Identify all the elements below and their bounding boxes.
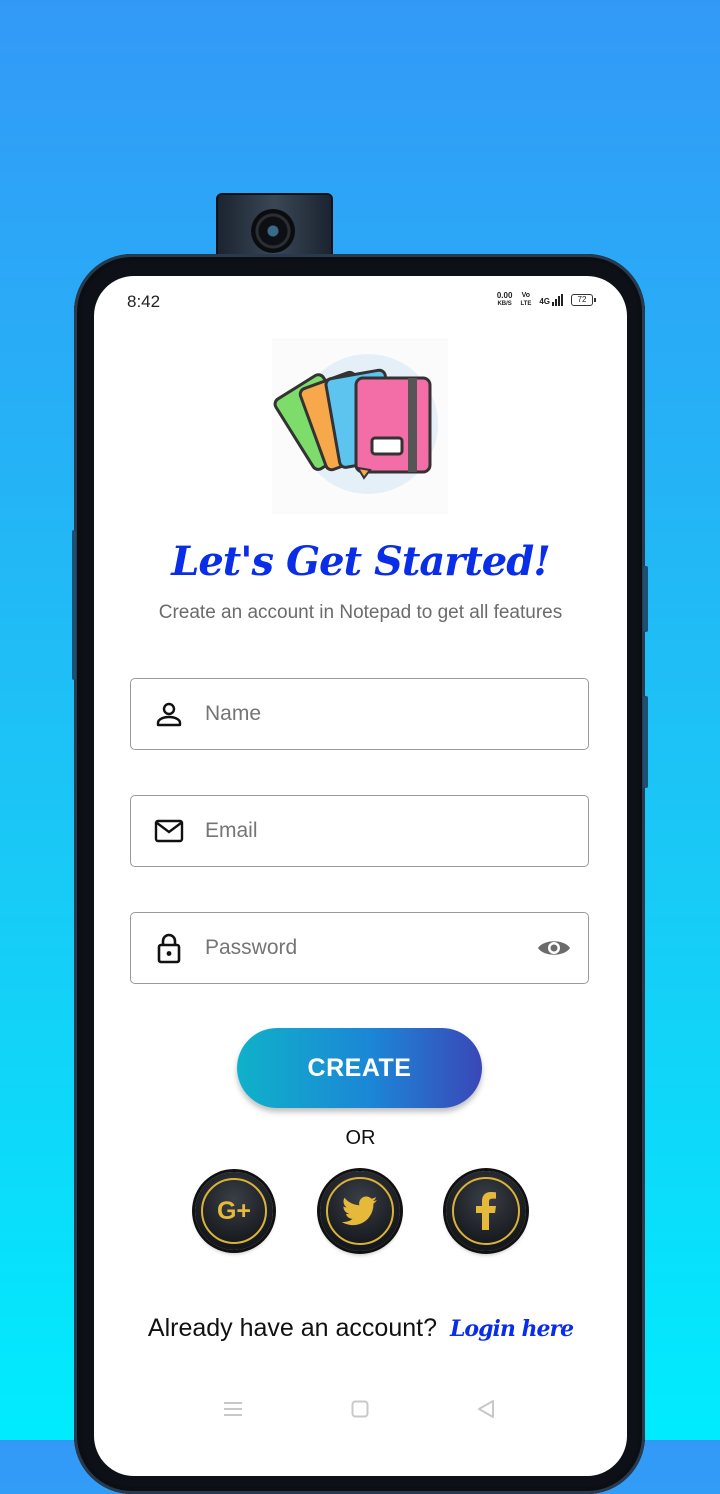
navigation-bar	[94, 1394, 627, 1424]
battery-icon: 72	[571, 294, 596, 306]
battery-level: 72	[577, 295, 587, 304]
page-subtitle: Create an account in Notepad to get all …	[158, 602, 563, 623]
volte-top: Vo	[521, 292, 531, 299]
network-speed: 0.00 KB/S	[497, 292, 513, 308]
create-button[interactable]: CREATE	[237, 1028, 482, 1108]
eye-icon[interactable]	[534, 928, 574, 968]
page-title: Let's Get Started!	[171, 538, 551, 585]
email-input[interactable]	[205, 819, 588, 843]
home-icon[interactable]	[345, 1394, 375, 1424]
password-field[interactable]	[130, 912, 589, 984]
notepad-logo-icon	[272, 338, 448, 514]
app-screen: 8:42 0.00 KB/S Vo LTE 4G 72 Let's Get St…	[94, 276, 627, 1476]
side-button-right-top	[643, 566, 648, 632]
camera-lens-icon	[251, 209, 295, 253]
network-type: 4G	[539, 297, 550, 306]
lock-icon	[153, 932, 185, 964]
status-icons: 0.00 KB/S Vo LTE 4G 72	[497, 292, 596, 308]
email-field[interactable]	[130, 795, 589, 867]
volte-bottom: LTE	[520, 301, 532, 307]
name-input[interactable]	[205, 702, 588, 726]
side-button-right-bottom	[643, 696, 648, 788]
twitter-icon	[342, 1196, 377, 1226]
signal-group: 4G	[539, 294, 563, 306]
or-divider: OR	[345, 1127, 376, 1149]
login-prompt: Already have an account? Login here	[94, 1314, 627, 1343]
status-time: 8:42	[127, 292, 161, 311]
facebook-button[interactable]	[446, 1171, 526, 1251]
mail-icon	[153, 815, 185, 847]
google-plus-icon: G+	[216, 1196, 252, 1225]
person-icon	[153, 698, 185, 730]
volte-icon: Vo LTE	[520, 292, 531, 308]
menu-icon[interactable]	[218, 1394, 248, 1424]
network-speed-unit: KB/S	[497, 301, 512, 307]
google-plus-button[interactable]: G+	[195, 1172, 273, 1250]
login-prompt-text: Already have an account?	[147, 1314, 437, 1342]
signal-icon	[552, 294, 563, 306]
side-button-left	[72, 530, 76, 680]
back-icon[interactable]	[471, 1394, 501, 1424]
network-speed-value: 0.00	[496, 291, 513, 300]
password-input[interactable]	[205, 936, 534, 960]
name-field[interactable]	[130, 678, 589, 750]
facebook-icon	[476, 1192, 496, 1230]
login-link[interactable]: Login here	[450, 1316, 574, 1342]
twitter-button[interactable]	[320, 1171, 400, 1251]
